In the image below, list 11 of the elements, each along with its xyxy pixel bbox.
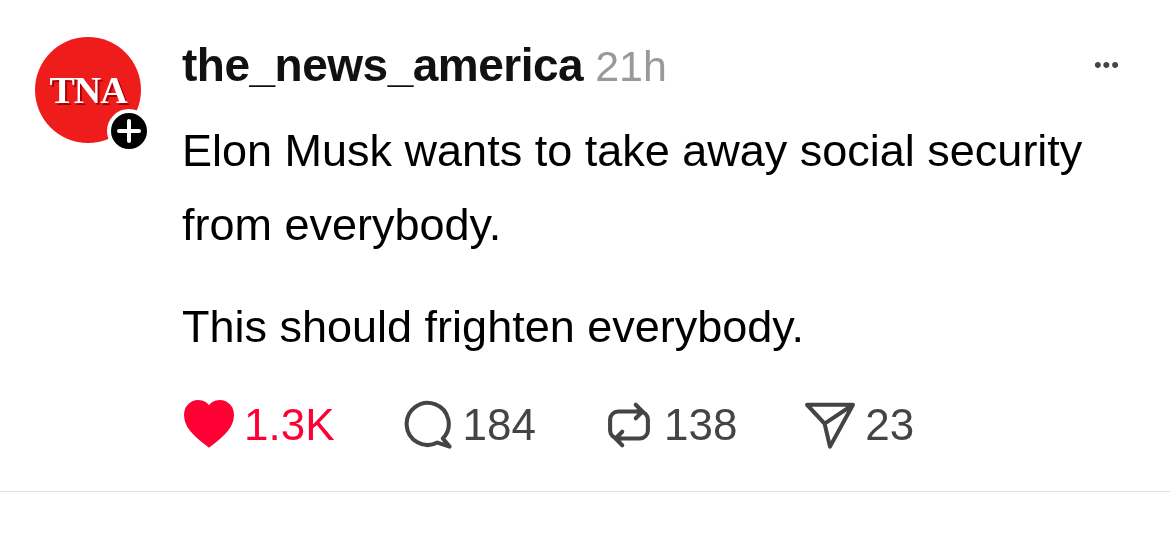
avatar-logo-text: TNA xyxy=(49,68,127,112)
username[interactable]: the_news_america xyxy=(182,38,584,92)
post-time: 21h xyxy=(595,42,667,91)
action-button[interactable]: 184 xyxy=(400,398,536,452)
post-text: This should frighten everybody. xyxy=(182,300,805,354)
action-button[interactable]: 23 xyxy=(803,398,915,452)
action-button[interactable]: 138 xyxy=(601,398,738,452)
action-button[interactable]: 1.3K xyxy=(182,398,335,452)
post-text: Elon Musk wants to take away social security from everybody. xyxy=(182,124,1084,252)
avatar[interactable]: TNA xyxy=(35,37,141,143)
more-options-button[interactable]: ••• xyxy=(1093,52,1120,78)
